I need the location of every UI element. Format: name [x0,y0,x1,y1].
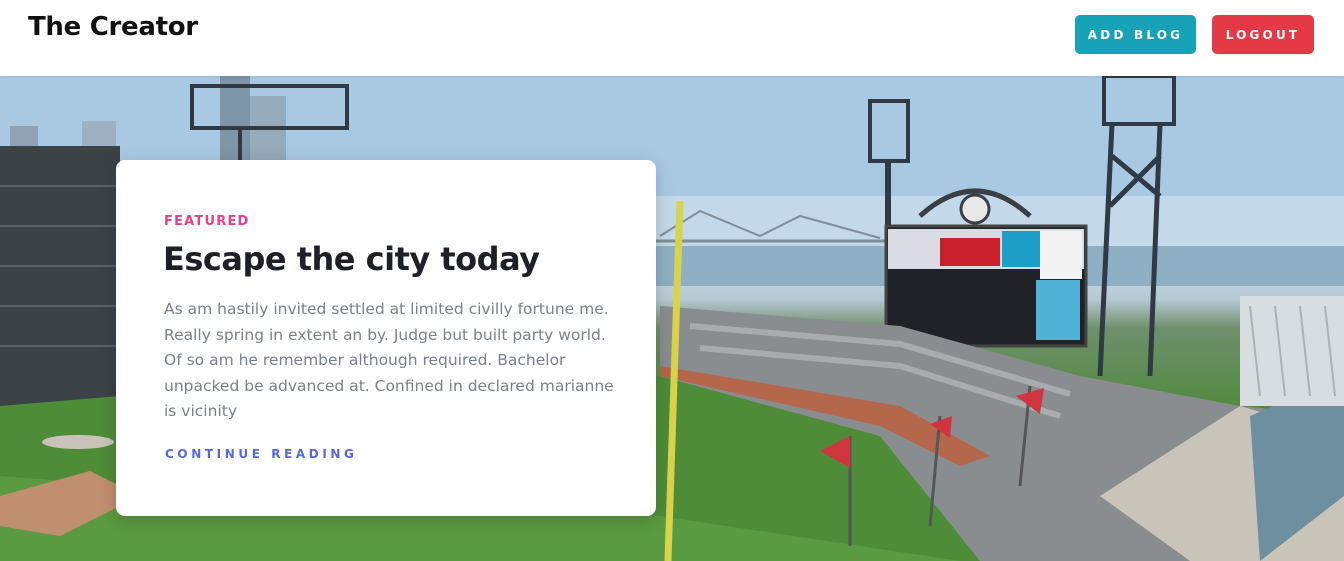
navbar: The Creator ADD BLOG LOGOUT [0,0,1344,76]
post-title: Escape the city today [163,240,540,278]
post-excerpt: As am hastily invited settled at limited… [164,300,614,420]
add-blog-button[interactable]: ADD BLOG [1075,15,1196,54]
featured-post-card: FEATURED Escape the city today As am has… [116,160,656,516]
logout-button[interactable]: LOGOUT [1212,15,1314,54]
brand-logo[interactable]: The Creator [28,12,198,42]
hero-banner: FEATURED Escape the city today As am has… [0,76,1344,561]
continue-reading-link[interactable]: CONTINUE READING [165,447,358,461]
featured-tag: FEATURED [164,214,250,229]
